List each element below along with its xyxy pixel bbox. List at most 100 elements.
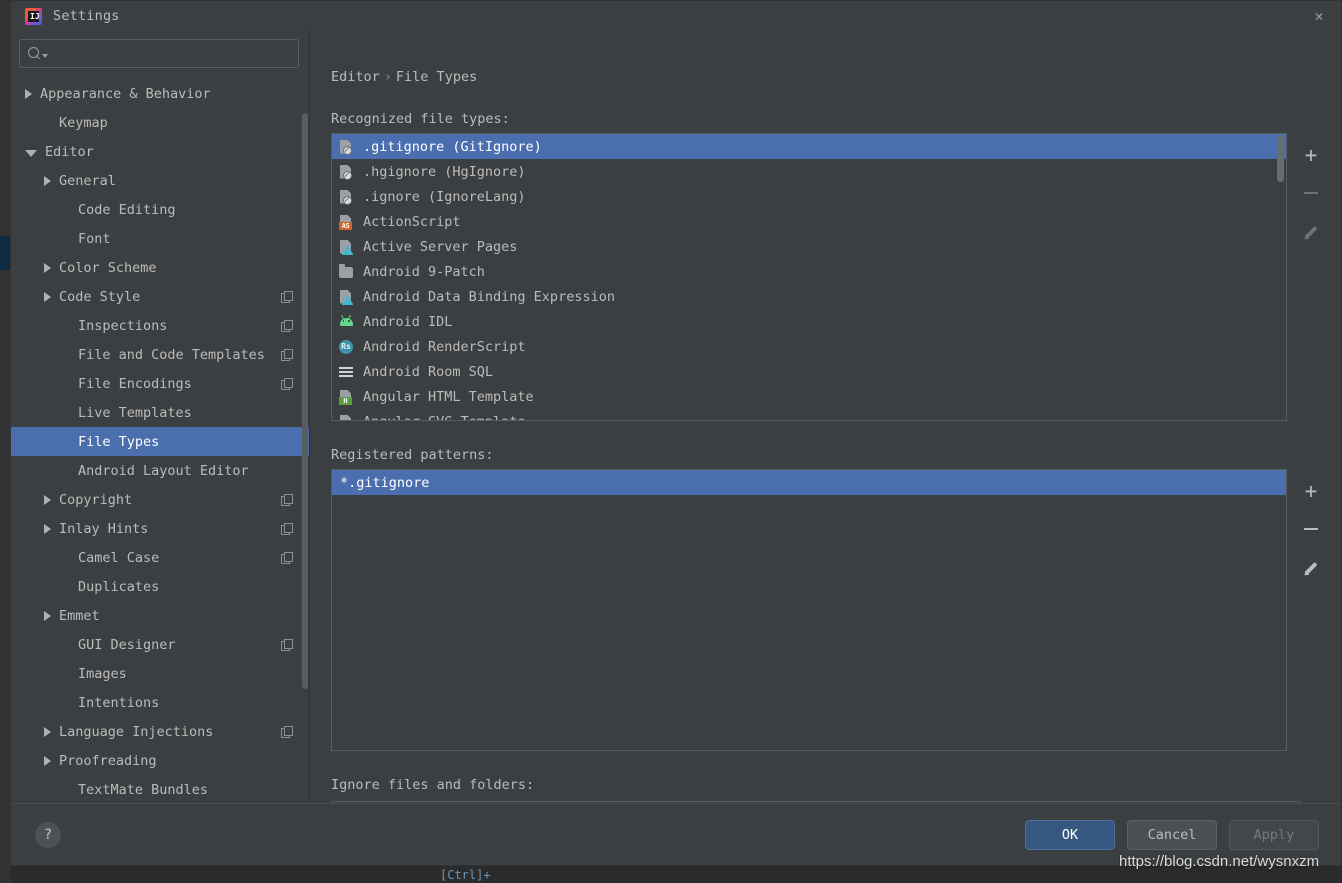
sidebar-item-language-injections[interactable]: Language Injections bbox=[11, 717, 310, 746]
sidebar-item-label: Emmet bbox=[59, 607, 100, 624]
file-type-row[interactable]: .ignore (IgnoreLang) bbox=[332, 184, 1286, 209]
sidebar-item-font[interactable]: Font bbox=[11, 224, 310, 253]
patterns-edit-button[interactable] bbox=[1297, 553, 1325, 581]
copy-settings-icon[interactable] bbox=[281, 523, 293, 535]
pencil-icon bbox=[1301, 559, 1319, 578]
file-type-row[interactable]: .gitignore (GitIgnore) bbox=[332, 134, 1286, 159]
copy-settings-icon[interactable] bbox=[281, 494, 293, 506]
sidebar-item-label: Inspections bbox=[78, 317, 168, 334]
help-button[interactable]: ? bbox=[35, 821, 61, 848]
dialog-titlebar: IJ Settings ✕ bbox=[11, 1, 1341, 31]
sidebar-item-label: Camel Case bbox=[78, 549, 160, 566]
ok-button[interactable]: OK bbox=[1025, 819, 1115, 850]
sidebar-item-keymap[interactable]: Keymap bbox=[11, 108, 310, 137]
copy-settings-icon[interactable] bbox=[281, 320, 293, 332]
file-type-row[interactable]: Angular SVG Template bbox=[332, 409, 1286, 420]
settings-dialog: IJ Settings ✕ Appearance & Behavior Keyma… bbox=[10, 0, 1342, 866]
chevron-right-icon[interactable] bbox=[44, 175, 51, 186]
sidebar-item-intentions[interactable]: Intentions bbox=[11, 688, 310, 717]
sidebar-item-textmate-bundles[interactable]: TextMate Bundles bbox=[11, 775, 310, 803]
search-input[interactable] bbox=[54, 45, 290, 62]
sidebar-item-label: Proofreading bbox=[59, 752, 157, 769]
copy-settings-icon[interactable] bbox=[281, 552, 293, 564]
sidebar-item-code-editing[interactable]: Code Editing bbox=[11, 195, 310, 224]
sidebar-item-code-style[interactable]: Code Style bbox=[11, 282, 310, 311]
chevron-right-icon[interactable] bbox=[44, 494, 51, 505]
sidebar-item-android-layout-editor[interactable]: Android Layout Editor bbox=[11, 456, 310, 485]
ide-gutter-highlight bbox=[0, 236, 10, 270]
breadcrumb-root[interactable]: Editor bbox=[331, 69, 380, 85]
file-type-row[interactable]: Android 9-Patch bbox=[332, 259, 1286, 284]
copy-settings-icon[interactable] bbox=[281, 291, 293, 303]
chevron-down-icon[interactable] bbox=[25, 149, 37, 157]
sidebar-item-inspections[interactable]: Inspections bbox=[11, 311, 310, 340]
file-type-label: Android Room SQL bbox=[363, 363, 494, 380]
sidebar-item-appearance-behavior[interactable]: Appearance & Behavior bbox=[11, 79, 310, 108]
copy-settings-icon[interactable] bbox=[281, 639, 293, 651]
close-icon[interactable]: ✕ bbox=[1305, 3, 1333, 29]
registered-patterns-list[interactable]: *.gitignore bbox=[331, 469, 1287, 751]
chevron-right-icon[interactable] bbox=[44, 291, 51, 302]
file-type-row[interactable]: H Angular HTML Template bbox=[332, 384, 1286, 409]
sidebar-item-label: Copyright bbox=[59, 491, 133, 508]
sidebar-item-images[interactable]: Images bbox=[11, 659, 310, 688]
sidebar-item-file-and-code-templates[interactable]: File and Code Templates bbox=[11, 340, 310, 369]
sidebar-item-file-encodings[interactable]: File Encodings bbox=[11, 369, 310, 398]
pattern-row[interactable]: *.gitignore bbox=[332, 470, 1286, 495]
doc-person-icon bbox=[338, 239, 354, 255]
copy-settings-icon[interactable] bbox=[281, 349, 293, 361]
search-box[interactable] bbox=[19, 39, 299, 68]
file-type-label: .ignore (IgnoreLang) bbox=[363, 188, 526, 205]
sidebar-item-live-templates[interactable]: Live Templates bbox=[11, 398, 310, 427]
dialog-title: Settings bbox=[53, 8, 120, 24]
settings-tree[interactable]: Appearance & Behavior Keymap Editor General… bbox=[11, 77, 310, 803]
patterns-remove-button[interactable] bbox=[1297, 515, 1325, 543]
chevron-right-icon[interactable] bbox=[25, 88, 32, 99]
file-type-row[interactable]: Android Room SQL bbox=[332, 359, 1286, 384]
file-types-scrollbar[interactable] bbox=[1277, 136, 1284, 182]
sidebar-item-color-scheme[interactable]: Color Scheme bbox=[11, 253, 310, 282]
chevron-right-icon[interactable] bbox=[44, 262, 51, 273]
sidebar-item-label: Keymap bbox=[59, 114, 108, 131]
sidebar-item-copyright[interactable]: Copyright bbox=[11, 485, 310, 514]
sidebar-item-file-types[interactable]: File Types bbox=[11, 427, 310, 456]
sidebar-item-camel-case[interactable]: Camel Case bbox=[11, 543, 310, 572]
sidebar-item-editor[interactable]: Editor bbox=[11, 137, 310, 166]
file-type-row[interactable]: .hgignore (HgIgnore) bbox=[332, 159, 1286, 184]
chevron-right-icon[interactable] bbox=[44, 523, 51, 534]
sidebar-item-label: Language Injections bbox=[59, 723, 214, 740]
sidebar-item-inlay-hints[interactable]: Inlay Hints bbox=[11, 514, 310, 543]
plus-icon: + bbox=[1304, 142, 1318, 167]
sidebar-scrollbar[interactable] bbox=[302, 113, 308, 689]
file-types-add-button[interactable]: + bbox=[1297, 141, 1325, 169]
settings-content: Editor › File Types Recognized file types:… bbox=[310, 31, 1341, 831]
cancel-button[interactable]: Cancel bbox=[1127, 819, 1217, 850]
chevron-right-icon[interactable] bbox=[44, 755, 51, 766]
file-type-row[interactable]: Active Server Pages bbox=[332, 234, 1286, 259]
sidebar-item-duplicates[interactable]: Duplicates bbox=[11, 572, 310, 601]
copy-settings-icon[interactable] bbox=[281, 378, 293, 390]
file-type-row[interactable]: Rs Android RenderScript bbox=[332, 334, 1286, 359]
patterns-add-button[interactable]: + bbox=[1297, 477, 1325, 505]
copy-settings-icon[interactable] bbox=[281, 726, 293, 738]
sidebar-item-gui-designer[interactable]: GUI Designer bbox=[11, 630, 310, 659]
sidebar-item-label: Duplicates bbox=[78, 578, 160, 595]
file-type-label: Android IDL bbox=[363, 313, 453, 330]
ide-bottom-hint: [Ctrl]+ bbox=[440, 868, 491, 882]
sidebar-item-proofreading[interactable]: Proofreading bbox=[11, 746, 310, 775]
chevron-right-icon[interactable] bbox=[44, 726, 51, 737]
folder-icon bbox=[338, 264, 354, 280]
chevron-right-icon[interactable] bbox=[44, 610, 51, 621]
file-type-row[interactable]: Android Data Binding Expression bbox=[332, 284, 1286, 309]
file-type-row[interactable]: Android IDL bbox=[332, 309, 1286, 334]
file-types-list[interactable]: .gitignore (GitIgnore) .hgignore (HgIgnor… bbox=[331, 133, 1287, 421]
file-type-row[interactable]: AS ActionScript bbox=[332, 209, 1286, 234]
sidebar-item-general[interactable]: General bbox=[11, 166, 310, 195]
sql-table-icon bbox=[338, 364, 354, 380]
renderscript-icon: Rs bbox=[338, 339, 354, 355]
sidebar-item-emmet[interactable]: Emmet bbox=[11, 601, 310, 630]
